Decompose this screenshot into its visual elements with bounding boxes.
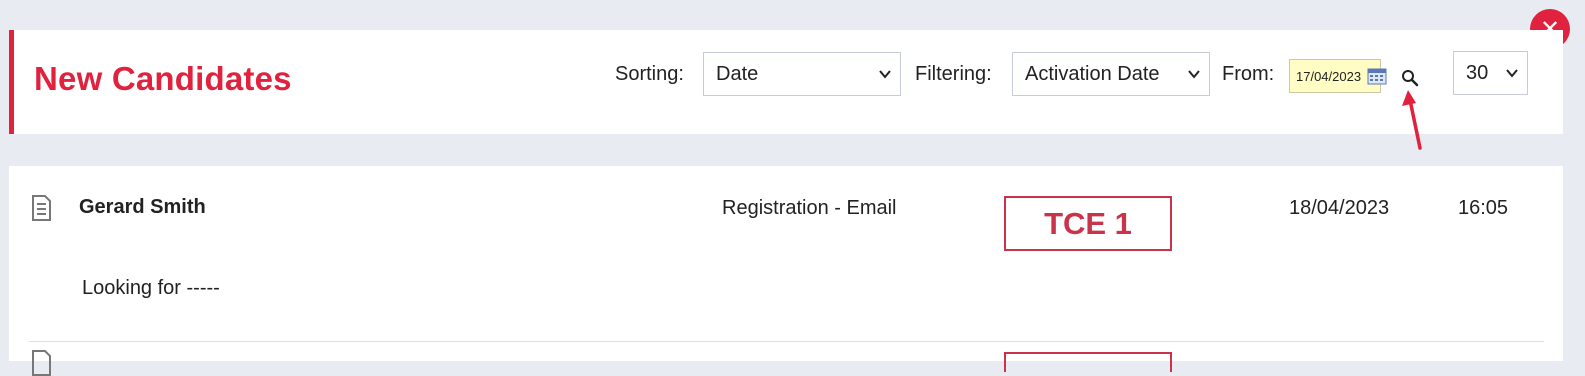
page-title: New Candidates bbox=[34, 60, 292, 97]
sorting-value: Date bbox=[716, 62, 759, 85]
candidate-date: 18/04/2023 bbox=[1289, 197, 1390, 219]
candidate-tag bbox=[1004, 352, 1172, 372]
document-icon[interactable] bbox=[30, 195, 52, 221]
from-label: From: bbox=[1222, 63, 1275, 85]
annotation-arrow bbox=[1402, 90, 1422, 150]
row-divider bbox=[29, 341, 1544, 342]
calendar-icon[interactable] bbox=[1367, 67, 1387, 85]
sorting-select[interactable]: Date bbox=[703, 52, 901, 96]
sorting-label: Sorting: bbox=[615, 63, 684, 85]
header-bar: New Candidates Sorting: Date Filtering: … bbox=[9, 30, 1563, 134]
candidate-tag: TCE 1 bbox=[1004, 196, 1172, 251]
chevron-down-icon bbox=[879, 70, 891, 79]
header-accent bbox=[9, 30, 14, 134]
candidate-time: 16:05 bbox=[1458, 197, 1509, 219]
candidate-note: Looking for ----- bbox=[82, 277, 220, 299]
page-size-select[interactable]: 30 bbox=[1453, 51, 1528, 95]
candidate-name[interactable]: Gerard Smith bbox=[79, 196, 206, 219]
filtering-select[interactable]: Activation Date bbox=[1012, 52, 1210, 96]
candidate-source: Registration - Email bbox=[722, 197, 897, 219]
document-icon[interactable] bbox=[30, 350, 52, 376]
page-size-value: 30 bbox=[1466, 61, 1489, 84]
chevron-down-icon bbox=[1506, 69, 1518, 78]
search-icon[interactable] bbox=[1401, 69, 1419, 87]
candidate-list: Gerard Smith Registration - Email TCE 1 … bbox=[9, 166, 1563, 376]
chevron-down-icon bbox=[1188, 70, 1200, 79]
filtering-value: Activation Date bbox=[1025, 62, 1160, 85]
filtering-label: Filtering: bbox=[915, 63, 992, 85]
